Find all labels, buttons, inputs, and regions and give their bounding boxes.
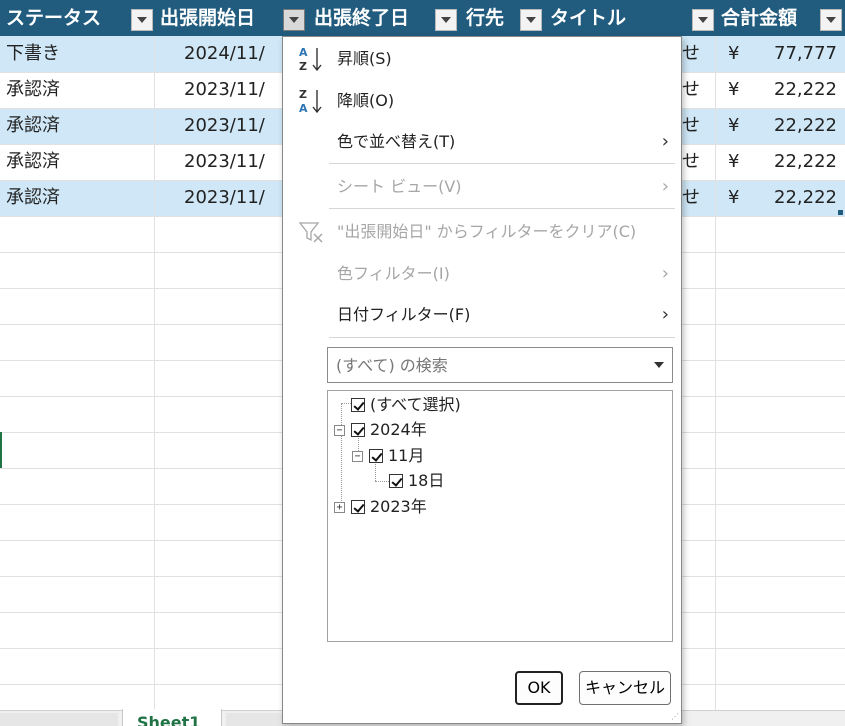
autofilter-menu: A Z 昇順(S) Z A 降順(O) 色で並べ替え(T) › シート ビュー(…	[282, 36, 682, 724]
chevron-right-icon: ›	[661, 263, 669, 284]
tree-label: 2023年	[370, 497, 427, 516]
checkbox-checked-icon[interactable]	[389, 474, 403, 488]
header-end-date[interactable]: 出張終了日	[308, 0, 432, 36]
menu-separator	[329, 208, 675, 209]
filter-button-start-date[interactable]	[283, 9, 305, 31]
menu-item-color-filter: 色フィルター(I) ›	[283, 254, 681, 294]
tree-item-select-all[interactable]: (すべて選択)	[328, 393, 668, 417]
header-destination[interactable]: 行先	[460, 0, 518, 36]
svg-text:A: A	[299, 46, 308, 59]
dropdown-arrow-icon	[698, 17, 708, 23]
cell-amount[interactable]: 77,777	[742, 36, 845, 72]
menu-label: "出張開始日" からフィルターをクリア(C)	[337, 222, 637, 241]
cell-status[interactable]: 承認済	[0, 72, 154, 108]
cell-currency: ¥	[728, 151, 740, 172]
checkbox-checked-icon[interactable]	[351, 500, 365, 514]
dropdown-arrow-icon	[441, 17, 451, 23]
menu-separator	[329, 163, 675, 164]
selection-indicator	[0, 432, 2, 468]
menu-item-sort-by-color[interactable]: 色で並べ替え(T) ›	[283, 122, 681, 162]
svg-text:A: A	[299, 102, 308, 115]
header-title[interactable]: タイトル	[544, 0, 688, 36]
cell-status[interactable]: 承認済	[0, 180, 154, 216]
tree-item-day-18[interactable]: 18日	[328, 469, 668, 493]
filter-search-input[interactable]	[328, 348, 638, 382]
menu-item-sort-ascending[interactable]: A Z 昇順(S)	[283, 39, 681, 79]
chevron-right-icon: ›	[661, 131, 669, 152]
collapse-icon[interactable]: −	[334, 425, 345, 436]
svg-text:Z: Z	[299, 88, 307, 101]
filter-button-title[interactable]	[692, 9, 714, 31]
menu-label: 降順(O)	[337, 91, 395, 110]
chevron-right-icon: ›	[661, 304, 669, 325]
tree-label: (すべて選択)	[370, 395, 461, 414]
cell-amount[interactable]: 22,222	[742, 180, 845, 216]
resize-grip-icon[interactable]: ⋰	[671, 713, 679, 721]
tree-label: 11月	[388, 446, 425, 465]
cell-status[interactable]: 承認済	[0, 108, 154, 144]
clear-filter-icon	[297, 218, 327, 246]
chevron-right-icon: ›	[661, 176, 669, 197]
menu-item-sort-descending[interactable]: Z A 降順(O)	[283, 81, 681, 121]
cell-status[interactable]: 承認済	[0, 144, 154, 180]
sort-descending-icon: Z A	[297, 87, 327, 115]
table-resize-handle[interactable]	[838, 210, 843, 215]
menu-label: 色で並べ替え(T)	[337, 132, 456, 151]
sort-ascending-icon: A Z	[297, 45, 327, 73]
cell-status[interactable]: 下書き	[0, 36, 154, 72]
dropdown-arrow-icon	[826, 17, 836, 23]
menu-label: 日付フィルター(F)	[337, 305, 471, 324]
cell-amount[interactable]: 22,222	[742, 108, 845, 144]
filter-button-destination[interactable]	[520, 9, 542, 31]
tree-label: 2024年	[370, 420, 427, 439]
header-total-amount[interactable]: 合計金額	[715, 0, 819, 36]
cell-amount[interactable]: 22,222	[742, 144, 845, 180]
header-start-date[interactable]: 出張開始日	[154, 0, 280, 36]
tab-scroll-area	[0, 713, 118, 726]
header-status[interactable]: ステータス	[0, 0, 128, 36]
dropdown-arrow-icon[interactable]	[654, 362, 664, 368]
menu-label: 昇順(S)	[337, 49, 392, 68]
tree-item-2024[interactable]: − 2024年	[328, 418, 668, 442]
checkbox-checked-icon[interactable]	[369, 449, 383, 463]
ok-button[interactable]: OK	[515, 671, 563, 705]
cell-currency: ¥	[728, 187, 740, 208]
cell-currency: ¥	[728, 79, 740, 100]
svg-text:Z: Z	[299, 60, 307, 73]
menu-item-date-filter[interactable]: 日付フィルター(F) ›	[283, 295, 681, 335]
filter-button-total-amount[interactable]	[820, 9, 842, 31]
sheet-tab-sheet1[interactable]: Sheet1	[122, 709, 222, 726]
cancel-button[interactable]: キャンセル	[579, 671, 671, 705]
dropdown-arrow-icon	[526, 17, 536, 23]
menu-label: 色フィルター(I)	[337, 264, 450, 283]
expand-icon[interactable]: +	[334, 502, 345, 513]
filter-search-box[interactable]	[327, 347, 673, 383]
dropdown-arrow-icon	[137, 17, 147, 23]
filter-button-status[interactable]	[131, 9, 153, 31]
collapse-icon[interactable]: −	[352, 451, 363, 462]
dropdown-arrow-icon	[289, 17, 299, 23]
table-header: ステータス 出張開始日 出張終了日 行先 タイトル 合計金額	[0, 0, 845, 36]
cell-currency: ¥	[728, 43, 740, 64]
cell-amount[interactable]: 22,222	[742, 72, 845, 108]
cell-currency: ¥	[728, 115, 740, 136]
menu-label: シート ビュー(V)	[337, 177, 462, 196]
tab-scroll-area	[226, 713, 286, 726]
tree-label: 18日	[408, 471, 445, 490]
checkbox-checked-icon[interactable]	[351, 398, 365, 412]
menu-separator	[329, 337, 675, 338]
tree-item-2023[interactable]: + 2023年	[328, 495, 668, 519]
tree-item-november[interactable]: − 11月	[328, 444, 668, 468]
checkbox-checked-icon[interactable]	[351, 423, 365, 437]
filter-value-tree[interactable]: (すべて選択) − 2024年 − 11月 18日 + 2023年	[327, 390, 673, 642]
menu-item-clear-filter: "出張開始日" からフィルターをクリア(C)	[283, 212, 681, 252]
menu-item-sheet-view: シート ビュー(V) ›	[283, 167, 681, 207]
filter-button-end-date[interactable]	[435, 9, 457, 31]
